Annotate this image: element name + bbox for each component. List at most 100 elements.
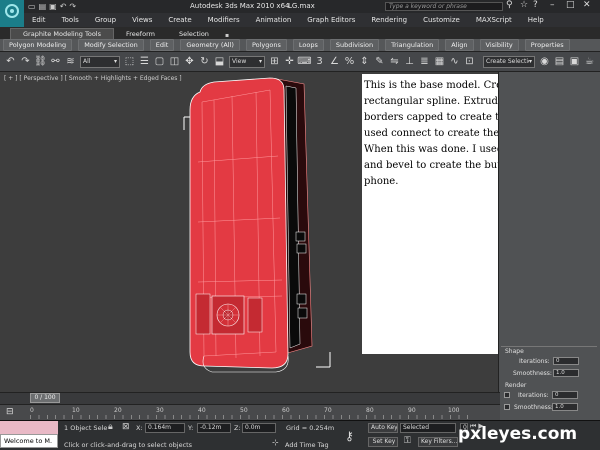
menu-group[interactable]: Group bbox=[87, 16, 124, 24]
render-iterations-checkbox[interactable] bbox=[504, 392, 510, 398]
panel-subdivision[interactable]: Subdivision bbox=[329, 39, 380, 51]
maxscript-listener[interactable]: Welcome to M. bbox=[0, 434, 58, 448]
absolute-mode-icon[interactable]: ⊠ bbox=[122, 422, 130, 432]
panel-visibility[interactable]: Visibility bbox=[479, 39, 519, 51]
percent-snap-icon[interactable]: % bbox=[343, 55, 356, 69]
menu-views[interactable]: Views bbox=[124, 16, 160, 24]
search-input[interactable]: Type a keyword or phrase bbox=[385, 2, 503, 11]
panel-triangulation[interactable]: Triangulation bbox=[385, 39, 440, 51]
add-time-tag-button[interactable]: Add Time Tag bbox=[285, 441, 329, 449]
tab-freeform[interactable]: Freeform bbox=[114, 29, 167, 39]
redo-icon[interactable]: ↷ bbox=[19, 55, 32, 69]
menu-maxscript[interactable]: MAXScript bbox=[468, 16, 520, 24]
time-tag-icon[interactable]: ⊹ bbox=[272, 438, 279, 447]
edit-named-selection-icon[interactable]: ✎ bbox=[373, 55, 386, 69]
ribbon-collapse-icon[interactable]: ▪ bbox=[225, 32, 229, 39]
snaps-toggle-icon[interactable]: 3 bbox=[313, 55, 326, 69]
panel-edit[interactable]: Edit bbox=[149, 39, 175, 51]
maximize-icon[interactable]: □ bbox=[566, 0, 575, 10]
panel-geometry-all[interactable]: Geometry (All) bbox=[180, 39, 240, 51]
menu-help[interactable]: Help bbox=[520, 16, 552, 24]
render-smoothness-checkbox[interactable] bbox=[504, 404, 510, 410]
new-file-icon[interactable]: ▭ bbox=[28, 2, 36, 11]
panel-align[interactable]: Align bbox=[445, 39, 474, 51]
select-and-scale-icon[interactable]: ⬓ bbox=[213, 55, 226, 69]
iterations-spinner[interactable]: 0 bbox=[553, 357, 579, 365]
menu-rendering[interactable]: Rendering bbox=[363, 16, 415, 24]
menu-modifiers[interactable]: Modifiers bbox=[200, 16, 248, 24]
bind-spacewarp-icon[interactable]: ≋ bbox=[64, 55, 77, 69]
panel-modify-selection[interactable]: Modify Selection bbox=[78, 39, 144, 51]
render-frame-icon[interactable]: ▣ bbox=[568, 55, 581, 69]
save-file-icon[interactable]: ▣ bbox=[49, 2, 57, 11]
unlink-icon[interactable]: ⚯ bbox=[49, 55, 62, 69]
panel-properties[interactable]: Properties bbox=[524, 39, 570, 51]
reference-coordinate-dropdown[interactable]: View ▾ bbox=[229, 55, 265, 68]
render-iterations-spinner[interactable]: 0 bbox=[552, 391, 578, 399]
undo-icon[interactable]: ↶ bbox=[4, 55, 17, 69]
x-coordinate-field[interactable]: 0.164m bbox=[145, 423, 185, 433]
tab-graphite-modeling-tools[interactable]: Graphite Modeling Tools bbox=[10, 28, 115, 39]
key-mode-dropdown[interactable]: Selected bbox=[400, 423, 456, 433]
panel-loops[interactable]: Loops bbox=[292, 39, 324, 51]
select-and-move-icon[interactable]: ✥ bbox=[183, 55, 196, 69]
pivot-center-icon[interactable]: ⊞ bbox=[268, 55, 281, 69]
redo-icon[interactable]: ↷ bbox=[69, 2, 76, 11]
render-setup-icon[interactable]: ▤ bbox=[553, 55, 566, 69]
layer-manager-icon[interactable]: ≣ bbox=[418, 55, 431, 69]
help-icon[interactable]: ? bbox=[533, 0, 538, 10]
menu-create[interactable]: Create bbox=[160, 16, 199, 24]
star-icon[interactable]: ☆ bbox=[520, 0, 528, 10]
set-key-button[interactable]: Set Key bbox=[368, 437, 398, 447]
maxscript-listener-mini[interactable] bbox=[0, 421, 58, 435]
mini-curve-editor-icon[interactable]: ⊟ bbox=[6, 407, 14, 417]
spinner-snap-icon[interactable]: ⇕ bbox=[358, 55, 371, 69]
auto-key-button[interactable]: Auto Key bbox=[368, 423, 398, 433]
select-by-name-icon[interactable]: ☰ bbox=[138, 55, 151, 69]
open-file-icon[interactable]: ▤ bbox=[39, 2, 47, 11]
menu-animation[interactable]: Animation bbox=[248, 16, 300, 24]
link-icon[interactable]: ⛓ bbox=[34, 55, 47, 69]
time-slider[interactable] bbox=[0, 392, 500, 404]
select-object-icon[interactable]: ⬚ bbox=[123, 55, 136, 69]
panel-polygon-modeling[interactable]: Polygon Modeling bbox=[3, 39, 73, 51]
angle-snap-icon[interactable]: ∠ bbox=[328, 55, 341, 69]
smoothness-spinner[interactable]: 1.0 bbox=[553, 369, 579, 377]
window-crossing-icon[interactable]: ◫ bbox=[168, 55, 181, 69]
rectangular-selection-icon[interactable]: ▢ bbox=[153, 55, 166, 69]
schematic-view-icon[interactable]: ⊡ bbox=[463, 55, 476, 69]
align-icon[interactable]: ⊥ bbox=[403, 55, 416, 69]
curve-editor-icon[interactable]: ∿ bbox=[448, 55, 461, 69]
key-filters-button[interactable]: Key Filters... bbox=[418, 437, 458, 447]
rollout-divider bbox=[501, 346, 597, 347]
keyframe-icon[interactable]: ⚿ bbox=[404, 436, 411, 446]
key-icon[interactable]: ⚷ bbox=[345, 429, 354, 443]
menu-edit[interactable]: Edit bbox=[24, 16, 54, 24]
selection-filter-dropdown[interactable]: All ▾ bbox=[80, 55, 120, 68]
select-and-manipulate-icon[interactable]: ✛ bbox=[283, 55, 296, 69]
menu-customize[interactable]: Customize bbox=[415, 16, 468, 24]
time-slider-thumb[interactable]: 0 / 100 bbox=[30, 393, 60, 403]
z-coordinate-field[interactable]: 0.0m bbox=[242, 423, 276, 433]
keyboard-shortcut-icon[interactable]: ⌨ bbox=[297, 55, 311, 69]
menu-graph-editors[interactable]: Graph Editors bbox=[299, 16, 363, 24]
menu-tools[interactable]: Tools bbox=[54, 16, 87, 24]
mirror-icon[interactable]: ⇋ bbox=[388, 55, 401, 69]
binoculars-icon[interactable]: ⚲ bbox=[506, 0, 513, 10]
quick-render-icon[interactable]: ☕ bbox=[583, 55, 596, 69]
viewport-label[interactable]: [ + ] [ Perspective ] [ Smooth + Highlig… bbox=[4, 75, 182, 82]
graphite-toggle-icon[interactable]: ▦ bbox=[433, 55, 446, 69]
undo-icon[interactable]: ↶ bbox=[60, 2, 67, 11]
render-smoothness-spinner[interactable]: 1.0 bbox=[552, 403, 578, 411]
material-editor-icon[interactable]: ◉ bbox=[538, 55, 551, 69]
minimize-icon[interactable]: – bbox=[550, 0, 555, 10]
close-icon[interactable]: ✕ bbox=[583, 0, 591, 10]
named-selection-set-dropdown[interactable]: Create Selection Se▾ bbox=[483, 55, 535, 68]
select-and-rotate-icon[interactable]: ↻ bbox=[198, 55, 211, 69]
3dsmax-logo-icon[interactable] bbox=[0, 0, 24, 30]
lock-selection-icon[interactable]: 🔒︎ bbox=[108, 422, 113, 432]
panel-polygons[interactable]: Polygons bbox=[245, 39, 287, 51]
track-bar[interactable]: ⊟ 0 10 20 30 40 50 60 70 80 90 100 bbox=[0, 404, 500, 420]
tab-selection[interactable]: Selection bbox=[167, 29, 221, 39]
y-coordinate-field[interactable]: -0.12m bbox=[197, 423, 231, 433]
